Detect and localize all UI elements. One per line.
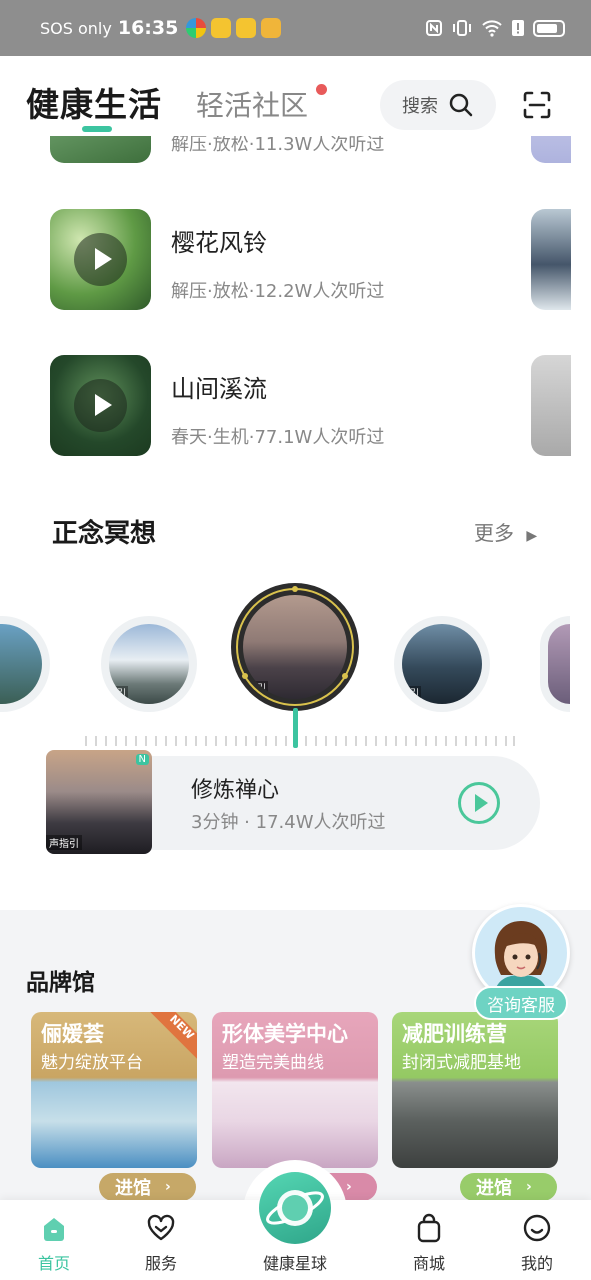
nav-label: 商城 [412, 1254, 445, 1273]
heart-icon [147, 1214, 175, 1241]
status-bar: SOS only 16:35 [0, 0, 591, 56]
planet-ring [266, 1190, 324, 1226]
meditation-disc[interactable] [0, 616, 50, 712]
enter-label: 进馆 [476, 1178, 512, 1199]
brand-section-title: 品牌馆 [26, 970, 95, 996]
search-label: 搜索 [402, 96, 438, 117]
scan-icon[interactable] [522, 90, 552, 120]
now-playing-thumbnail: N 声指引 [46, 750, 152, 854]
play-button-icon[interactable] [458, 782, 500, 824]
new-ribbon: NEW [148, 1012, 197, 1061]
now-playing-subtitle: 3分钟 · 17.4W人次听过 [191, 812, 386, 833]
brand-name: 俪媛荟 [41, 1022, 104, 1046]
nav-label: 我的 [520, 1254, 553, 1273]
status-icons [425, 19, 565, 37]
progress-ring [236, 586, 354, 706]
sound-thumbnail [50, 355, 151, 456]
shopping-bag-icon [417, 1213, 441, 1243]
meditation-disc[interactable] [540, 616, 570, 712]
brand-name: 减肥训练营 [402, 1022, 507, 1046]
notification-app-icon [261, 18, 282, 38]
search-button[interactable]: 搜索 [380, 80, 496, 130]
tab-community[interactable]: 轻活社区 [196, 84, 308, 124]
play-icon[interactable] [74, 379, 127, 432]
more-label: 更多 [474, 521, 514, 545]
search-icon [449, 93, 473, 117]
app-screen: SOS only 16:35 解压·放松·11.3W人次听过 樱花风铃 解压·放… [0, 0, 591, 1280]
thumb-tag: 声指引 [46, 835, 82, 850]
meditation-more-link[interactable]: 更多 ▶ [474, 517, 537, 546]
disc-cover [548, 624, 570, 704]
notification-app-icon [211, 18, 232, 38]
now-playing-title: 修炼禅心 [191, 778, 280, 803]
enter-label: 进馆 [115, 1178, 151, 1199]
sound-thumbnail [50, 209, 151, 310]
brand-desc: 魅力绽放平台 [41, 1053, 143, 1073]
brand-name: 形体美学中心 [222, 1022, 348, 1046]
nav-mall[interactable]: 商城 [389, 1200, 469, 1280]
sound-subtitle: 春天·生机·77.1W人次听过 [171, 427, 385, 448]
notification-app-icon [236, 18, 257, 38]
meditation-disc-active[interactable]: 引 [231, 583, 359, 711]
sound-list-item[interactable]: 樱花风铃 解压·放松·12.2W人次听过 [50, 209, 571, 310]
chevron-right-icon: › [526, 1179, 532, 1195]
nav-mine[interactable]: 我的 [497, 1200, 577, 1280]
home-icon [44, 1218, 64, 1241]
brand-card-body-beauty[interactable]: 形体美学中心 塑造完美曲线 [212, 1012, 378, 1168]
triangle-right-icon: ▶ [526, 528, 538, 544]
nav-label: 首页 [37, 1254, 70, 1273]
enter-brand-button[interactable]: 进馆 › [460, 1173, 557, 1201]
smiley-icon [523, 1214, 551, 1242]
nav-service[interactable]: 服务 [121, 1200, 201, 1280]
carrier-text: SOS only [40, 18, 112, 38]
notification-dot [316, 84, 327, 95]
timeline-ticks[interactable] [84, 734, 516, 748]
brand-desc: 封闭式减肥基地 [402, 1053, 521, 1073]
tab-health-life[interactable]: 健康生活 [26, 78, 162, 126]
enter-brand-button[interactable]: 进馆 › [99, 1173, 196, 1201]
nav-home[interactable]: 首页 [14, 1200, 94, 1280]
new-badge: N [135, 754, 149, 765]
disc-cover: 引 [402, 624, 482, 704]
alert-icon [512, 20, 524, 36]
active-tab-indicator [82, 126, 112, 132]
brand-desc: 塑造完美曲线 [222, 1053, 324, 1073]
nav-center-label[interactable]: 健康星球 [245, 1250, 345, 1274]
planet-icon[interactable] [259, 1172, 331, 1244]
top-header: 健康生活 轻活社区 搜索 [0, 56, 591, 136]
disc-cover: 引 [109, 624, 189, 704]
disc-tag: 引 [115, 686, 129, 699]
timeline-needle [293, 708, 298, 748]
now-playing-card[interactable]: N 声指引 修炼禅心 3分钟 · 17.4W人次听过 [46, 750, 540, 854]
sound-title: 樱花风铃 [171, 229, 267, 257]
customer-service-float[interactable]: 咨询客服 [472, 904, 570, 1020]
next-card-peek[interactable] [531, 355, 571, 456]
chevron-right-icon: › [346, 1179, 352, 1195]
play-icon[interactable] [74, 233, 127, 286]
sound-list-item[interactable]: 山间溪流 春天·生机·77.1W人次听过 [50, 355, 571, 456]
battery-icon [533, 19, 565, 37]
wifi-icon [482, 20, 502, 37]
clock: 16:35 [117, 17, 179, 39]
sound-title: 山间溪流 [171, 375, 267, 403]
disc-cover [0, 624, 42, 704]
customer-service-label: 咨询客服 [474, 986, 568, 1020]
notification-app-icon [186, 18, 207, 38]
vibrate-icon [453, 20, 471, 36]
disc-tag: 引 [408, 686, 422, 699]
sound-subtitle: 解压·放松·12.2W人次听过 [171, 281, 385, 302]
brand-card-liyuanhui[interactable]: 俪媛荟 魅力绽放平台 NEW [31, 1012, 197, 1168]
nav-label: 服务 [144, 1254, 177, 1273]
meditation-section-title: 正念冥想 [52, 519, 157, 549]
chevron-right-icon: › [165, 1179, 171, 1195]
next-card-peek[interactable] [531, 209, 571, 310]
nfc-icon [426, 20, 442, 36]
meditation-disc[interactable]: 引 [394, 616, 490, 712]
meditation-disc[interactable]: 引 [101, 616, 197, 712]
brand-card-weight-loss[interactable]: 减肥训练营 封闭式减肥基地 [392, 1012, 558, 1168]
